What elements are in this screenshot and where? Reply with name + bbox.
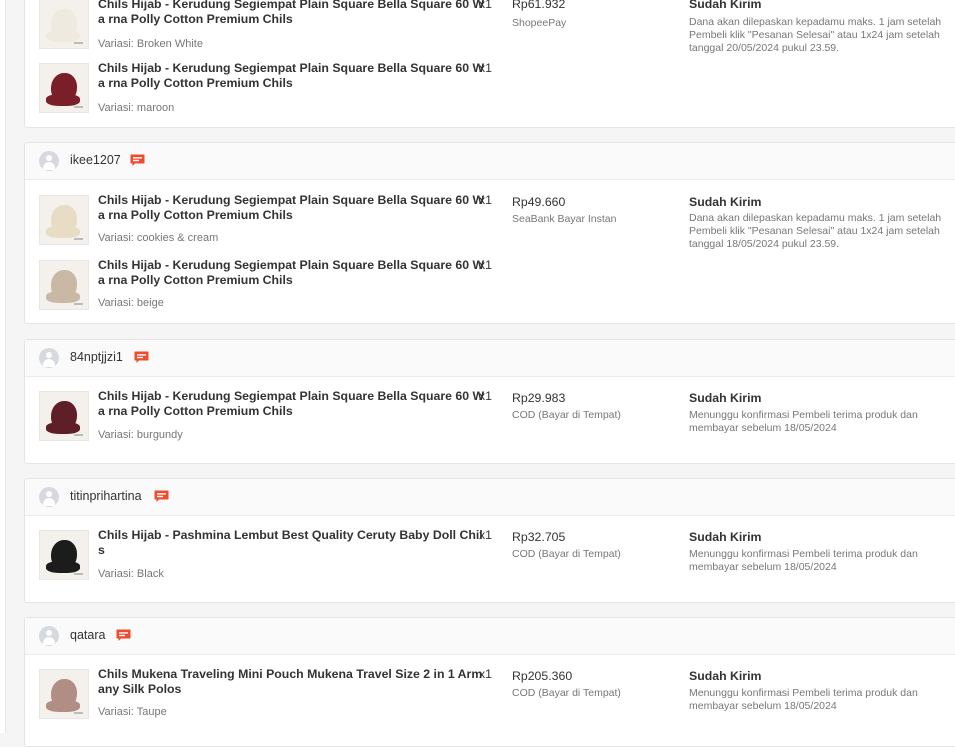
product-quantity: x1 xyxy=(479,0,492,11)
order-price: Rp49.660 xyxy=(512,195,566,209)
user-avatar-icon xyxy=(39,487,59,507)
chat-icon[interactable] xyxy=(134,351,149,363)
order-product[interactable]: Chils Hijab - Pashmina Lembut Best Quali… xyxy=(39,528,509,582)
user-avatar-icon xyxy=(39,626,59,646)
product-variant: Variasi: Broken White xyxy=(98,38,203,50)
order-status: Sudah Kirim xyxy=(689,391,762,405)
order-card: ikee1207 Chils Hijab - Kerudung Segiempa… xyxy=(24,142,955,324)
user-avatar-icon xyxy=(39,348,59,368)
order-product[interactable]: Chils Hijab - Kerudung Segiempat Plain S… xyxy=(39,258,509,312)
product-name[interactable]: Chils Hijab - Kerudung Segiempat Plain S… xyxy=(98,193,488,223)
product-variant: Variasi: Taupe xyxy=(98,706,167,718)
product-name[interactable]: Chils Hijab - Pashmina Lembut Best Quali… xyxy=(98,528,488,558)
order-product[interactable]: Chils Hijab - Kerudung Segiempat Plain S… xyxy=(39,193,509,247)
product-quantity: x1 xyxy=(479,389,492,403)
payment-method: ShopeePay xyxy=(512,17,567,29)
product-variant: Variasi: beige xyxy=(98,297,164,309)
chat-icon[interactable] xyxy=(116,629,131,641)
order-list: Chils Hijab - Kerudung Segiempat Plain S… xyxy=(0,0,955,747)
product-name[interactable]: Chils Mukena Traveling Mini Pouch Mukena… xyxy=(98,667,488,697)
product-name[interactable]: Chils Hijab - Kerudung Segiempat Plain S… xyxy=(98,61,488,91)
product-name[interactable]: Chils Hijab - Kerudung Segiempat Plain S… xyxy=(98,258,488,288)
order-card: qatara Chils Mukena Traveling Mini Pouch… xyxy=(24,617,955,747)
product-variant: Variasi: cookies & cream xyxy=(98,232,219,244)
product-quantity: x1 xyxy=(479,258,492,272)
order-header: 84nptjjzi1 xyxy=(25,340,955,377)
buyer-username[interactable]: titinprihartina xyxy=(70,489,142,503)
status-description: Dana akan dilepaskan kepadamu maks. 1 ja… xyxy=(689,212,942,250)
status-description: Menunggu konfirmasi Pembeli terima produ… xyxy=(689,548,918,573)
payment-method: SeaBank Bayar Instan xyxy=(512,213,617,225)
payment-method: COD (Bayar di Tempat) xyxy=(512,548,621,560)
status-description: Menunggu konfirmasi Pembeli terima produ… xyxy=(689,409,918,434)
product-quantity: x1 xyxy=(479,61,492,75)
order-header: qatara xyxy=(25,618,955,655)
order-price: Rp29.983 xyxy=(512,391,566,405)
order-status: Sudah Kirim xyxy=(689,195,762,209)
order-card: 84nptjjzi1 Chils Hijab - Kerudung Segiem… xyxy=(24,339,955,464)
order-price: Rp32.705 xyxy=(512,530,566,544)
product-thumbnail[interactable] xyxy=(39,260,89,310)
product-thumbnail[interactable] xyxy=(39,0,89,49)
order-status: Sudah Kirim xyxy=(689,669,762,683)
user-avatar-icon xyxy=(39,151,59,171)
product-variant: Variasi: burgundy xyxy=(98,429,183,441)
buyer-username[interactable]: qatara xyxy=(70,628,105,642)
chat-icon[interactable] xyxy=(154,490,169,502)
product-variant: Variasi: Black xyxy=(98,568,164,580)
status-description: Dana akan dilepaskan kepadamu maks. 1 ja… xyxy=(689,16,942,54)
order-product[interactable]: Chils Hijab - Kerudung Segiempat Plain S… xyxy=(39,61,509,115)
order-product[interactable]: Chils Hijab - Kerudung Segiempat Plain S… xyxy=(39,0,509,51)
chat-icon[interactable] xyxy=(130,154,145,166)
order-status: Sudah Kirim xyxy=(689,530,762,544)
order-status: Sudah Kirim xyxy=(689,0,762,11)
product-quantity: x1 xyxy=(479,667,492,681)
order-product[interactable]: Chils Hijab - Kerudung Segiempat Plain S… xyxy=(39,389,509,443)
product-quantity: x1 xyxy=(479,193,492,207)
product-thumbnail[interactable] xyxy=(39,195,89,245)
order-header: titinprihartina xyxy=(25,479,955,516)
product-name[interactable]: Chils Hijab - Kerudung Segiempat Plain S… xyxy=(98,0,488,27)
product-name[interactable]: Chils Hijab - Kerudung Segiempat Plain S… xyxy=(98,389,488,419)
order-card: titinprihartina Chils Hijab - Pashmina L… xyxy=(24,478,955,603)
status-description: Menunggu konfirmasi Pembeli terima produ… xyxy=(689,687,918,712)
order-card: Chils Hijab - Kerudung Segiempat Plain S… xyxy=(24,0,955,128)
order-price: Rp205.360 xyxy=(512,669,573,683)
product-variant: Variasi: maroon xyxy=(98,102,175,114)
product-thumbnail[interactable] xyxy=(39,63,89,113)
order-product[interactable]: Chils Mukena Traveling Mini Pouch Mukena… xyxy=(39,667,509,721)
product-thumbnail[interactable] xyxy=(39,530,89,580)
product-thumbnail[interactable] xyxy=(39,669,89,719)
payment-method: COD (Bayar di Tempat) xyxy=(512,409,621,421)
payment-method: COD (Bayar di Tempat) xyxy=(512,687,621,699)
order-price: Rp61.932 xyxy=(512,0,566,11)
product-thumbnail[interactable] xyxy=(39,391,89,441)
buyer-username[interactable]: 84nptjjzi1 xyxy=(70,350,123,364)
buyer-username[interactable]: ikee1207 xyxy=(70,153,121,167)
order-header: ikee1207 xyxy=(25,143,955,180)
product-quantity: x1 xyxy=(479,528,492,542)
